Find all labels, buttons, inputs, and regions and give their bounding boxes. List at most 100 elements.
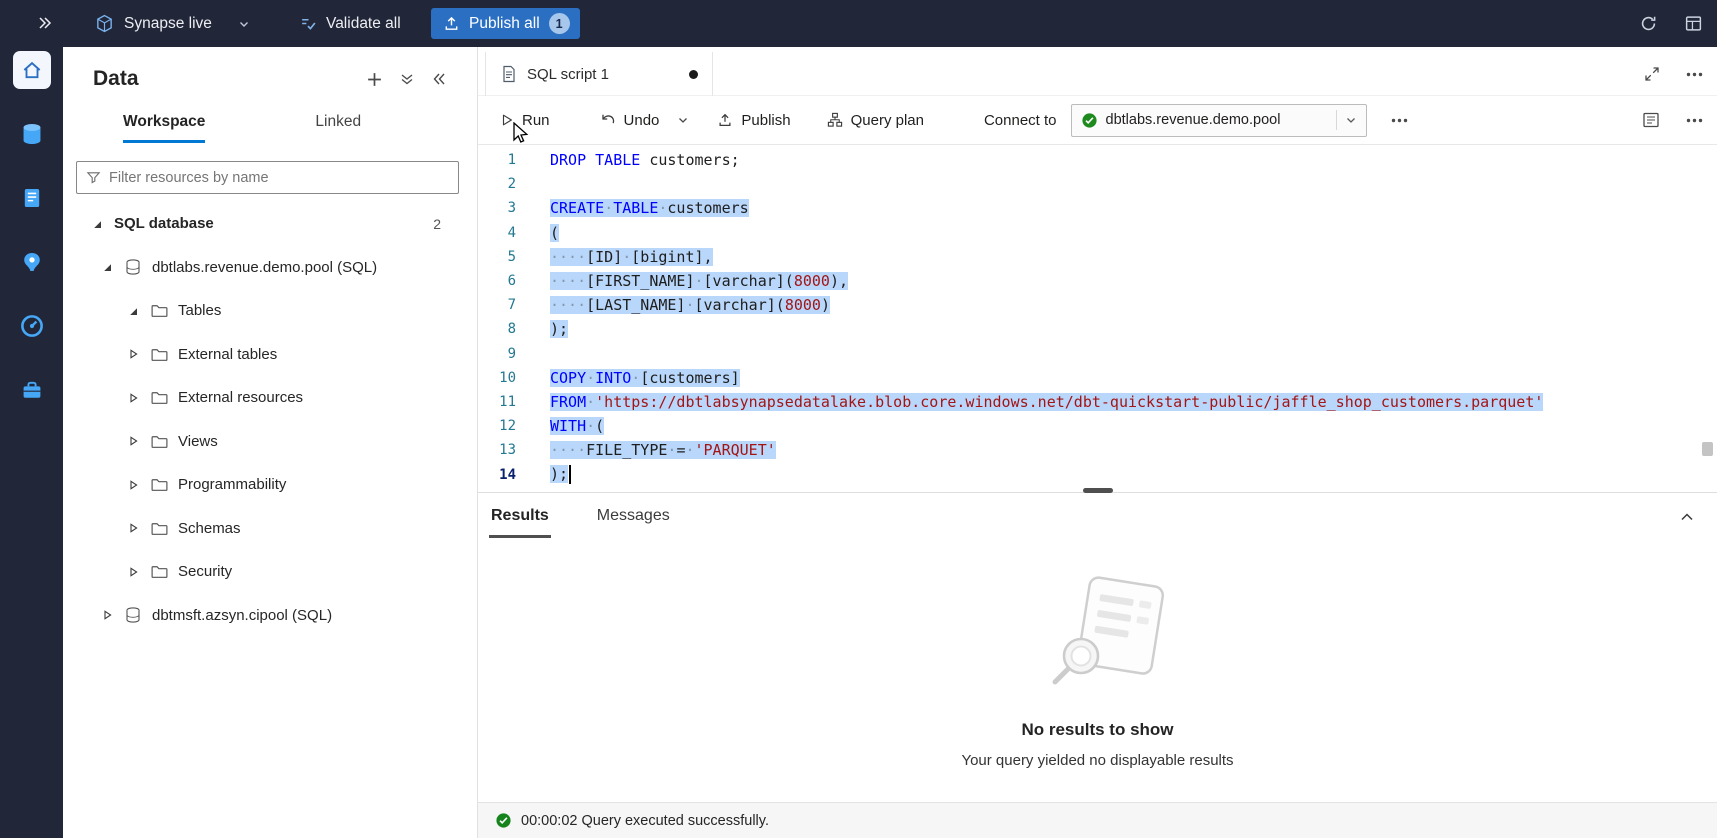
validate-all-button[interactable]: Validate all <box>300 0 401 47</box>
collapse-twisty-icon[interactable] <box>125 305 141 317</box>
expand-twisty-icon[interactable] <box>125 348 141 360</box>
run-button[interactable]: Run <box>500 112 550 129</box>
code-line-text: DROP TABLE customers; <box>550 151 740 169</box>
tree-item[interactable]: dbtmsft.azsyn.cipool (SQL) <box>63 594 477 638</box>
monitor-hub-nav-item[interactable] <box>12 306 52 346</box>
tree-item[interactable]: Security <box>63 550 477 594</box>
sidebar-tabs: Workspace Linked <box>63 113 477 143</box>
expand-rail-icon[interactable] <box>36 14 54 32</box>
expand-twisty-icon[interactable] <box>99 609 115 621</box>
code-line[interactable]: 3CREATE·TABLE·customers <box>478 196 1717 220</box>
pool-selector[interactable]: dbtlabs.revenue.demo.pool <box>1071 104 1367 137</box>
publish-all-label: Publish all <box>469 15 540 33</box>
expand-twisty-icon[interactable] <box>125 479 141 491</box>
feedback-list-icon[interactable] <box>1684 14 1703 33</box>
no-results-illustration <box>1003 570 1193 698</box>
environment-selector[interactable]: Synapse live <box>95 0 250 47</box>
text-cursor <box>569 465 571 484</box>
code-line-text: ····[FIRST_NAME]·[varchar](8000), <box>550 272 848 290</box>
code-line[interactable]: 12WITH·( <box>478 414 1717 438</box>
panel-resize-handle[interactable] <box>1083 488 1113 493</box>
tree-item[interactable]: External resources <box>63 376 477 420</box>
expand-twisty-icon[interactable] <box>125 435 141 447</box>
publish-button[interactable]: Publish <box>717 112 790 129</box>
tree-item[interactable]: Schemas <box>63 507 477 551</box>
folder-icon <box>150 345 169 364</box>
chevron-down-icon <box>677 114 689 126</box>
code-line[interactable]: 9 <box>478 342 1717 366</box>
results-panel: No results to show Your query yielded no… <box>478 540 1717 802</box>
develop-hub-nav-item[interactable] <box>12 178 52 218</box>
data-hub-nav-item[interactable] <box>12 114 52 154</box>
tab-messages[interactable]: Messages <box>595 496 672 538</box>
manage-hub-nav-item[interactable] <box>12 370 52 410</box>
code-editor[interactable]: 1DROP TABLE customers;23CREATE·TABLE·cus… <box>478 145 1717 486</box>
code-line[interactable]: 1DROP TABLE customers; <box>478 148 1717 172</box>
code-line-text: ····[ID]·[bigint], <box>550 248 713 266</box>
code-line[interactable]: 5····[ID]·[bigint], <box>478 245 1717 269</box>
code-line[interactable]: 8); <box>478 317 1717 341</box>
run-label: Run <box>522 112 550 129</box>
tab-more-actions-icon[interactable] <box>1686 72 1703 77</box>
toolbar-more-icon[interactable] <box>1686 118 1703 123</box>
integrate-hub-nav-item[interactable] <box>12 242 52 282</box>
collapse-twisty-icon[interactable] <box>99 261 115 273</box>
panel-title: Data <box>93 67 139 91</box>
validate-all-label: Validate all <box>326 15 401 33</box>
empty-results-subtitle: Your query yielded no displayable result… <box>478 752 1717 769</box>
undo-options-button[interactable] <box>677 114 689 126</box>
code-line[interactable]: 11FROM·'https://dbtlabsynapsedatalake.bl… <box>478 390 1717 414</box>
tree-item[interactable]: Programmability <box>63 463 477 507</box>
code-line[interactable]: 7····[LAST_NAME]·[varchar](8000) <box>478 293 1717 317</box>
success-check-icon <box>495 812 512 829</box>
data-explorer-panel: Data Workspace Linked SQL database2dbtla… <box>63 47 478 838</box>
refresh-icon[interactable] <box>1639 14 1658 33</box>
pool-name: dbtlabs.revenue.demo.pool <box>1106 112 1281 128</box>
resource-tree: SQL database2dbtlabs.revenue.demo.pool (… <box>63 202 477 637</box>
expand-twisty-icon[interactable] <box>125 566 141 578</box>
line-number: 7 <box>478 297 516 313</box>
editor-scrollbar-thumb[interactable] <box>1702 442 1713 456</box>
collapse-all-icon[interactable] <box>399 71 415 87</box>
tree-item[interactable]: SQL database2 <box>63 202 477 246</box>
code-line[interactable]: 13 ····FILE_TYPE·=·'PARQUET' <box>478 438 1717 462</box>
tree-item[interactable]: Views <box>63 420 477 464</box>
line-number: 13 <box>478 442 516 458</box>
tab-sql-script[interactable]: SQL script 1 <box>485 52 713 96</box>
query-plan-button[interactable]: Query plan <box>827 112 924 129</box>
item-count: 2 <box>433 216 441 232</box>
upload-icon <box>443 15 460 32</box>
tab-linked[interactable]: Linked <box>315 113 361 143</box>
filter-input[interactable] <box>109 170 450 186</box>
expand-twisty-icon[interactable] <box>125 522 141 534</box>
code-line[interactable]: 14); <box>478 462 1717 486</box>
code-line[interactable]: 2 <box>478 172 1717 196</box>
add-resource-icon[interactable] <box>366 71 383 88</box>
home-nav-item[interactable] <box>12 50 52 90</box>
expand-twisty-icon[interactable] <box>125 392 141 404</box>
code-line-text: ····FILE_TYPE·=·'PARQUET' <box>550 441 776 459</box>
results-panel-header: Results Messages <box>478 492 1717 540</box>
tree-item[interactable]: Tables <box>63 289 477 333</box>
collapse-panel-icon[interactable] <box>431 71 447 87</box>
tab-workspace[interactable]: Workspace <box>123 113 205 143</box>
code-line[interactable]: 6····[FIRST_NAME]·[varchar](8000), <box>478 269 1717 293</box>
status-text: 00:00:02 Query executed successfully. <box>521 813 769 829</box>
sql-script-icon <box>500 65 518 83</box>
code-line-text: ); <box>550 465 571 484</box>
connection-more-icon[interactable] <box>1391 118 1408 123</box>
publish-all-button[interactable]: Publish all 1 <box>431 8 580 39</box>
expand-editor-icon[interactable] <box>1644 66 1660 82</box>
tab-results[interactable]: Results <box>489 496 551 538</box>
collapse-twisty-icon[interactable] <box>89 218 105 230</box>
undo-button[interactable]: Undo <box>600 112 660 129</box>
code-line[interactable]: 4( <box>478 221 1717 245</box>
tree-item[interactable]: External tables <box>63 333 477 377</box>
empty-results-title: No results to show <box>478 720 1717 740</box>
code-line[interactable]: 10COPY·INTO·[customers] <box>478 366 1717 390</box>
tree-item[interactable]: dbtlabs.revenue.demo.pool (SQL) <box>63 246 477 290</box>
filter-box <box>76 161 459 194</box>
view-settings-icon[interactable] <box>1642 111 1660 129</box>
folder-icon <box>150 388 169 407</box>
collapse-results-icon[interactable] <box>1679 509 1695 525</box>
